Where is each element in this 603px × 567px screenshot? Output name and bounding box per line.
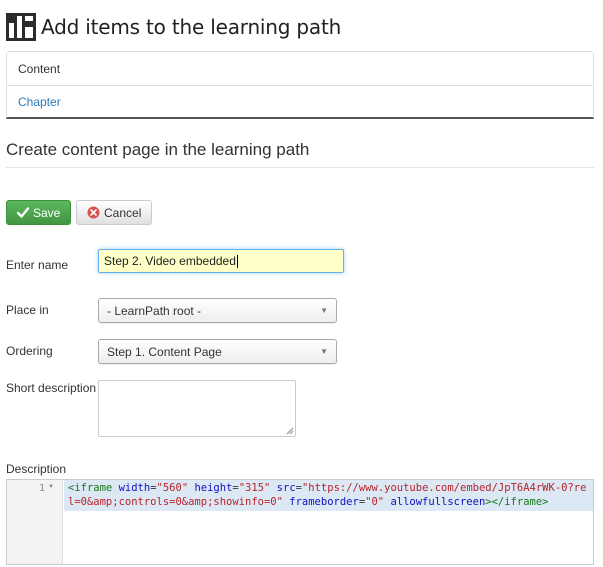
item-type-content[interactable]: Content [7,52,593,85]
name-label: Enter name [6,258,69,272]
description-label: Description [6,462,67,476]
save-button[interactable]: Save [6,200,71,225]
item-types-panel: Content Chapter [6,51,594,119]
place-in-select[interactable]: - LearnPath root - ▼ [98,298,337,323]
short-description-textarea[interactable] [98,380,296,437]
text-caret [236,254,238,268]
resize-grip-icon[interactable] [286,427,294,435]
item-type-chapter-link[interactable]: Chapter [7,85,593,118]
save-button-label: Save [33,205,61,220]
place-in-value: - LearnPath root - [107,303,202,318]
dropdown-arrow-icon: ▼ [320,306,328,315]
cancel-button-label: Cancel [104,205,142,220]
page-header: Add items to the learning path [6,12,341,42]
name-input-value: Step 2. Video embedded [104,254,236,268]
fold-arrow-icon[interactable]: ▼ [48,484,54,490]
page-title: Add items to the learning path [41,15,342,39]
ordering-label: Ordering [6,344,53,358]
dropdown-arrow-icon: ▼ [320,347,328,356]
cancel-circle-icon [87,206,100,219]
editor-gutter: 1 ▼ [7,480,63,564]
ordering-select[interactable]: Step 1. Content Page ▼ [98,339,337,364]
ordering-value: Step 1. Content Page [107,344,222,359]
short-description-label: Short description [6,381,97,395]
description-code-editor[interactable]: 1 ▼ <iframe width="560" height="315" src… [6,479,594,565]
cancel-button[interactable]: Cancel [76,200,152,225]
line-number: 1 [38,483,45,494]
place-in-label: Place in [6,303,49,317]
name-input[interactable]: Step 2. Video embedded [98,249,344,273]
learnpath-logo-icon [6,13,36,41]
form-title: Create content page in the learning path [6,140,594,168]
code-line[interactable]: <iframe width="560" height="315" src="ht… [64,480,593,511]
checkmark-icon [17,207,29,218]
